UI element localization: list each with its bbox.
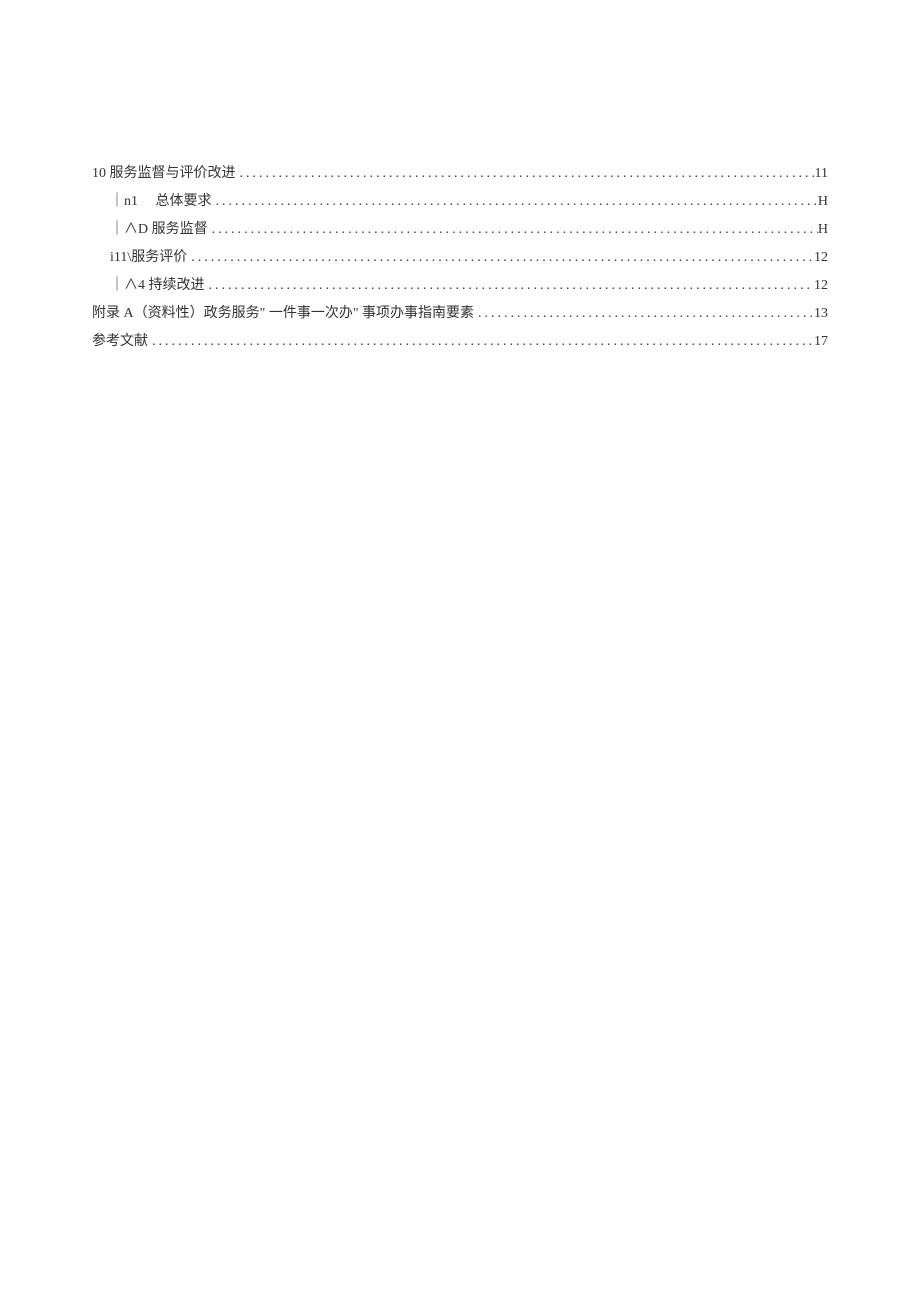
toc-leader: [212, 188, 818, 216]
toc-label: i11\服务评价: [110, 244, 187, 272]
toc-entry: ｜n1 总体要求 H: [92, 188, 828, 216]
toc-page: 12: [814, 272, 828, 300]
toc-container: 10 服务监督与评价改进 11 ｜n1 总体要求 H ｜∧D 服务监督 H i1…: [92, 160, 828, 356]
toc-entry: 参考文献 17: [92, 328, 828, 356]
toc-page: 17: [814, 328, 828, 356]
toc-leader: [148, 328, 814, 356]
toc-leader: [187, 244, 814, 272]
toc-page: H: [818, 188, 828, 216]
toc-leader: [474, 300, 814, 328]
toc-entry: 附录 A（资料性）政务服务" 一件事一次办" 事项办事指南要素 13: [92, 300, 828, 328]
toc-page: 13: [814, 300, 828, 328]
toc-entry: ｜∧D 服务监督 H: [92, 216, 828, 244]
toc-entry: 10 服务监督与评价改进 11: [92, 160, 828, 188]
toc-label: ｜∧4 持续改进: [110, 272, 205, 300]
toc-label: ｜∧D 服务监督: [110, 216, 208, 244]
toc-leader: [236, 160, 815, 188]
toc-leader: [208, 216, 818, 244]
toc-label: 参考文献: [92, 328, 148, 356]
toc-leader: [205, 272, 815, 300]
toc-page: 11: [815, 160, 828, 188]
toc-label: ｜n1 总体要求: [110, 188, 212, 216]
toc-entry: i11\服务评价 12: [92, 244, 828, 272]
toc-page: 12: [814, 244, 828, 272]
toc-page: H: [818, 216, 828, 244]
toc-label: 10 服务监督与评价改进: [92, 160, 236, 188]
toc-entry: ｜∧4 持续改进 12: [92, 272, 828, 300]
toc-label: 附录 A（资料性）政务服务" 一件事一次办" 事项办事指南要素: [92, 300, 474, 328]
